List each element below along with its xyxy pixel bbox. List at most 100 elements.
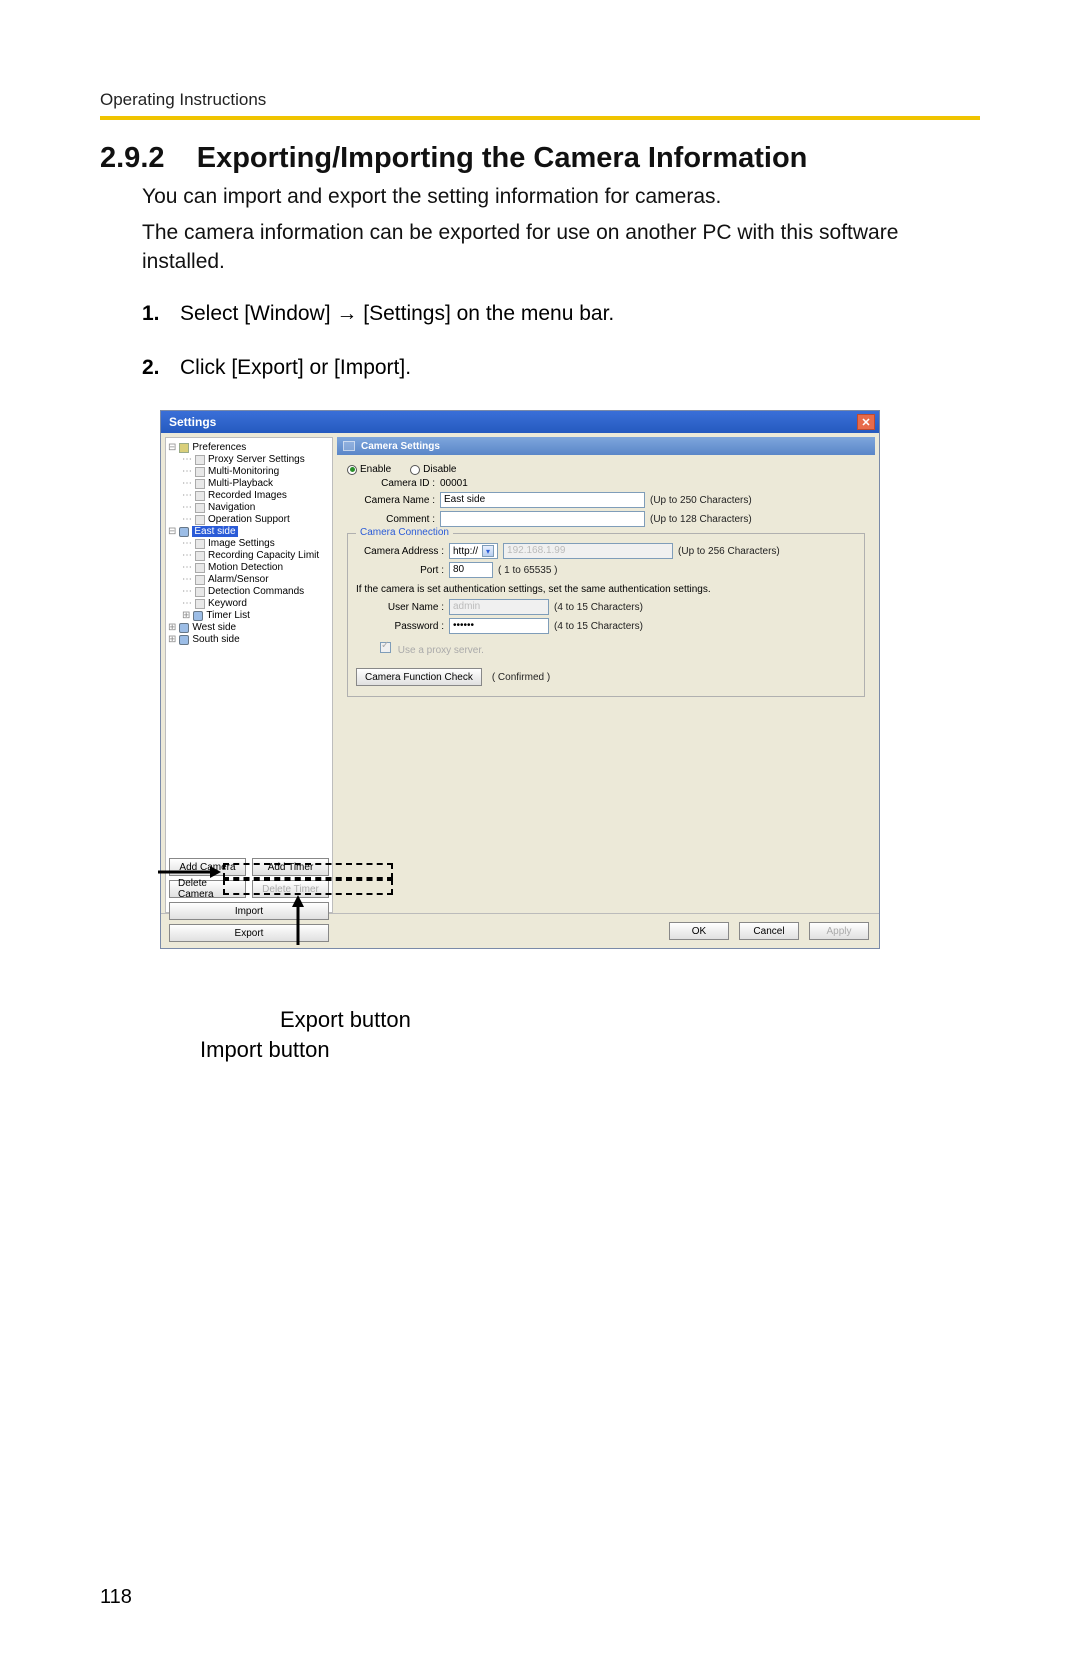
settings-tree[interactable]: ⊟Preferences ⋯Proxy Server Settings ⋯Mul…: [165, 437, 333, 913]
camera-name-label: Camera Name :: [347, 495, 435, 506]
doc-icon: [195, 551, 205, 561]
close-icon[interactable]: ✕: [857, 414, 875, 430]
camera-name-input[interactable]: East side: [440, 492, 645, 508]
add-timer-button[interactable]: Add Timer: [252, 858, 329, 876]
camera-icon: [193, 611, 203, 621]
doc-icon: [195, 503, 205, 513]
username-hint: (4 to 15 Characters): [554, 602, 643, 613]
intro-paragraph-1: You can import and export the setting in…: [142, 183, 980, 211]
username-input[interactable]: admin: [449, 599, 549, 615]
camera-icon: [343, 441, 355, 451]
camera-icon: [179, 527, 189, 537]
section-heading: 2.9.2 Exporting/Importing the Camera Inf…: [100, 142, 980, 175]
doc-icon: [195, 599, 205, 609]
chevron-down-icon: [482, 545, 494, 557]
address-hint: (Up to 256 Characters): [678, 546, 780, 557]
tree-motion-detection[interactable]: Motion Detection: [208, 562, 283, 573]
step-1-text-a: Select [Window]: [180, 302, 331, 325]
tree-timer-list[interactable]: Timer List: [206, 610, 250, 621]
dialog-titlebar: Settings ✕: [161, 411, 879, 433]
enable-label: Enable: [360, 464, 391, 475]
export-arrow-icon: [288, 895, 308, 945]
auth-note: If the camera is set authentication sett…: [356, 584, 856, 595]
camera-settings-panel: Camera Settings Enable Disable Camera ID…: [337, 437, 875, 913]
import-arrow-icon: [158, 862, 222, 882]
disable-radio[interactable]: Disable: [410, 464, 456, 475]
address-input[interactable]: 192.168.1.99: [503, 543, 673, 559]
delete-camera-button[interactable]: Delete Camera: [169, 880, 246, 898]
tree-proxy[interactable]: Proxy Server Settings: [208, 454, 305, 465]
tree-south-side[interactable]: South side: [192, 634, 239, 645]
step-2-number: 2.: [142, 356, 168, 380]
scheme-select[interactable]: http://: [449, 543, 498, 559]
step-1-text-b: [Settings] on the menu bar.: [363, 302, 614, 325]
tree-west-side[interactable]: West side: [192, 622, 236, 633]
doc-icon: [195, 455, 205, 465]
doc-icon: [195, 563, 205, 573]
step-1-text: Select [Window] → [Settings] on the menu…: [180, 302, 614, 326]
comment-label: Comment :: [347, 514, 435, 525]
camera-id-value: 00001: [440, 478, 468, 489]
doc-icon: [195, 539, 205, 549]
tree-operation-support[interactable]: Operation Support: [208, 514, 290, 525]
ok-button[interactable]: OK: [669, 922, 729, 940]
camera-connection-group: Camera Connection Camera Address : http:…: [347, 533, 865, 697]
tree-detection-commands[interactable]: Detection Commands: [208, 586, 304, 597]
camera-icon: [179, 635, 189, 645]
comment-hint: (Up to 128 Characters): [650, 514, 752, 525]
step-1: 1. Select [Window] → [Settings] on the m…: [142, 302, 980, 326]
tree-recorded-images[interactable]: Recorded Images: [208, 490, 287, 501]
disable-label: Disable: [423, 464, 456, 475]
running-header: Operating Instructions: [100, 90, 980, 110]
apply-button[interactable]: Apply: [809, 922, 869, 940]
camera-function-check-button[interactable]: Camera Function Check: [356, 668, 482, 686]
tree-multi-playback[interactable]: Multi-Playback: [208, 478, 273, 489]
intro-paragraph-2: The camera information can be exported f…: [142, 219, 980, 276]
camera-id-label: Camera ID :: [347, 478, 435, 489]
proxy-checkbox-row: Use a proxy server.: [380, 642, 856, 656]
step-1-number: 1.: [142, 302, 168, 326]
doc-icon: [195, 587, 205, 597]
section-title-text: Exporting/Importing the Camera Informati…: [197, 142, 808, 174]
enable-radio[interactable]: Enable: [347, 464, 391, 475]
dialog-title: Settings: [169, 415, 216, 429]
settings-dialog: Settings ✕ ⊟Preferences ⋯Proxy Server Se…: [160, 410, 880, 949]
address-label: Camera Address :: [356, 546, 444, 557]
tree-keyword[interactable]: Keyword: [208, 598, 247, 609]
tree-recording-capacity[interactable]: Recording Capacity Limit: [208, 550, 319, 561]
panel-header: Camera Settings: [337, 437, 875, 455]
camera-name-hint: (Up to 250 Characters): [650, 495, 752, 506]
camera-icon: [179, 623, 189, 633]
doc-icon: [195, 467, 205, 477]
password-hint: (4 to 15 Characters): [554, 621, 643, 632]
port-input[interactable]: 80: [449, 562, 493, 578]
password-input[interactable]: ••••••: [449, 618, 549, 634]
tree-multi-monitoring[interactable]: Multi-Monitoring: [208, 466, 279, 477]
doc-icon: [195, 491, 205, 501]
doc-icon: [195, 479, 205, 489]
password-label: Password :: [356, 621, 444, 632]
comment-input[interactable]: [440, 511, 645, 527]
port-hint: ( 1 to 65535 ): [498, 565, 557, 576]
page-number: 118: [100, 1586, 132, 1609]
doc-icon: [195, 515, 205, 525]
section-number: 2.9.2: [100, 142, 165, 174]
proxy-checkbox[interactable]: [380, 642, 391, 653]
group-legend: Camera Connection: [356, 527, 453, 538]
cancel-button[interactable]: Cancel: [739, 922, 799, 940]
header-rule: [100, 116, 980, 120]
import-callout-label: Import button: [200, 1037, 980, 1063]
step-2-text: Click [Export] or [Import].: [180, 356, 411, 380]
tree-navigation[interactable]: Navigation: [208, 502, 255, 513]
port-label: Port :: [356, 565, 444, 576]
tree-image-settings[interactable]: Image Settings: [208, 538, 275, 549]
panel-title: Camera Settings: [361, 441, 440, 452]
export-callout-label: Export button: [280, 1007, 980, 1033]
arrow-right-icon: →: [336, 302, 357, 326]
tree-alarm-sensor[interactable]: Alarm/Sensor: [208, 574, 269, 585]
tree-preferences[interactable]: Preferences: [192, 442, 246, 453]
scheme-value: http://: [453, 546, 478, 557]
proxy-label: Use a proxy server.: [398, 645, 484, 656]
tree-east-side[interactable]: East side: [192, 526, 237, 537]
doc-icon: [195, 575, 205, 585]
